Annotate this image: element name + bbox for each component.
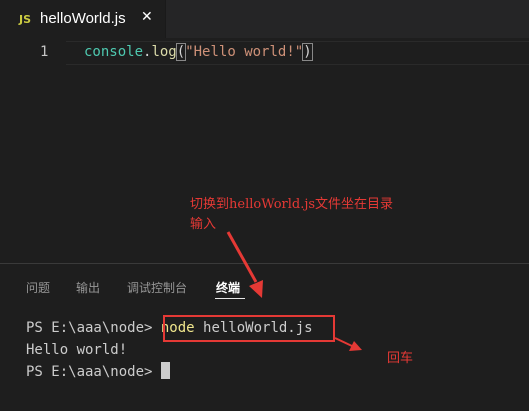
close-icon[interactable]: ✕ (141, 9, 153, 25)
terminal-cursor (160, 362, 170, 379)
active-tab-indicator (215, 298, 245, 299)
code-line[interactable]: console.log("Hello world!") (84, 43, 313, 61)
tab-helloworld-js[interactable]: JS helloWorld.js ✕ (0, 0, 166, 38)
tab-output[interactable]: 输出 (76, 279, 100, 296)
annotation-enter: 回车 (387, 351, 414, 366)
annotation-highlight-box (163, 315, 335, 342)
terminal-prompt: PS E:\aaa\node> (26, 364, 153, 380)
tab-terminal[interactable]: 终端 (216, 279, 240, 296)
tab-problems[interactable]: 问题 (26, 279, 50, 296)
code-editor[interactable]: 1 console.log("Hello world!") (0, 38, 529, 263)
javascript-file-icon: JS (19, 13, 32, 26)
editor-tab-bar: JS helloWorld.js ✕ (0, 0, 529, 38)
code-token-open-paren: ( (175, 43, 187, 61)
code-token-close-paren: ) (302, 43, 313, 61)
terminal-output: Hello world! (26, 342, 128, 358)
code-token-console: console (84, 44, 144, 60)
tab-debug-console[interactable]: 调试控制台 (127, 279, 187, 296)
code-token-log: log (151, 44, 177, 60)
tab-title: helloWorld.js (40, 10, 126, 27)
annotation-instruction-line2: 输入 (190, 217, 217, 232)
terminal-prompt: PS E:\aaa\node> (26, 320, 153, 336)
code-token-string: "Hello world!" (185, 44, 304, 60)
terminal-line-3[interactable]: PS E:\aaa\node> (26, 362, 170, 380)
annotation-instruction-line1: 切换到helloWorld.js文件坐在目录 (190, 197, 394, 212)
line-number: 1 (40, 44, 49, 60)
